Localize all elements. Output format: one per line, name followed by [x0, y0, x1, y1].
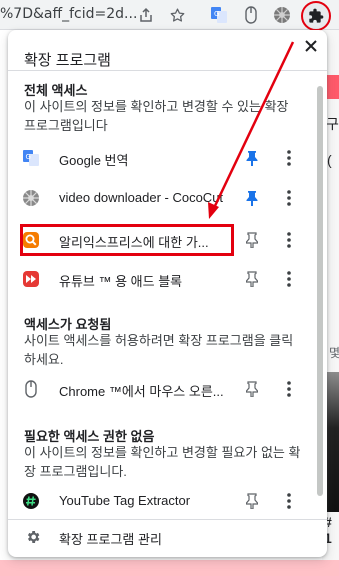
google-translate-toolbar-icon[interactable]: G — [208, 4, 230, 26]
extension-row-youtube-tag-extractor[interactable]: YouTube Tag Extractor — [8, 483, 313, 519]
extension-row-google-translate[interactable]: G Google 번역 — [8, 140, 313, 176]
tag-extractor-icon — [22, 492, 40, 510]
pin-icon[interactable] — [243, 270, 261, 288]
more-options-icon[interactable] — [280, 187, 298, 209]
background-text: 구 — [326, 116, 339, 132]
annotation-highlight-box — [20, 224, 234, 256]
background-footer — [0, 560, 339, 576]
browser-toolbar: %7D&aff_fcid=2d... G — [0, 0, 339, 31]
pin-icon[interactable] — [243, 380, 261, 398]
extension-name: 유튜브 ™ 용 애드 블록 — [59, 274, 183, 289]
more-options-icon[interactable] — [280, 268, 298, 290]
more-options-icon[interactable] — [280, 147, 298, 169]
divider — [8, 70, 327, 71]
puzzle-icon — [309, 8, 324, 23]
pin-icon[interactable] — [243, 492, 261, 510]
more-options-icon[interactable] — [280, 229, 298, 251]
pin-icon[interactable] — [243, 231, 261, 249]
pin-icon[interactable] — [243, 189, 261, 207]
mouse-icon — [22, 380, 40, 398]
section-description-no-access: 이 사이트의 정보를 확인하고 변경할 필요가 없는 확장 프로그램입니다. — [24, 445, 301, 479]
close-icon — [305, 40, 317, 52]
svg-text:G: G — [214, 10, 219, 18]
manage-extensions-button[interactable]: 확장 프로그램 관리 — [8, 520, 327, 554]
extension-row-youtube-adblock[interactable]: 유튜브 ™ 용 애드 블록 — [8, 261, 313, 297]
section-description-requested-access: 사이트 액세스를 허용하려면 확장 프로그램을 클릭하세요. — [24, 333, 294, 367]
share-icon[interactable] — [135, 4, 157, 26]
youtube-adblock-icon — [22, 270, 40, 288]
extensions-popup: 확장 프로그램 전체 액세스 이 사이트의 정보를 확인하고 변경할 수 있는 … — [8, 30, 327, 557]
extension-name: YouTube Tag Extractor — [59, 493, 191, 508]
gear-icon — [24, 528, 42, 546]
svg-text:G: G — [26, 153, 31, 161]
background-text: ( — [327, 152, 332, 168]
more-options-icon[interactable] — [280, 490, 298, 512]
popup-title: 확장 프로그램 — [24, 52, 111, 69]
cococut-icon — [22, 189, 40, 207]
extension-row-mouse-gesture[interactable]: Chrome ™에서 마우스 오른... — [8, 371, 313, 407]
mouse-toolbar-icon[interactable] — [240, 4, 262, 26]
scrollbar-thumb[interactable] — [317, 86, 323, 496]
extension-name: video downloader - CocoCut — [59, 190, 224, 205]
extension-name: Chrome ™에서 마우스 오른... — [59, 384, 224, 399]
section-description-full-access: 이 사이트의 정보를 확인하고 변경할 수 있는 확장 프로그램입니다 — [24, 99, 289, 133]
background-text: 몇 — [329, 346, 339, 360]
pin-icon[interactable] — [243, 149, 261, 167]
manage-extensions-label: 확장 프로그램 관리 — [59, 532, 162, 547]
google-translate-icon: G — [22, 149, 40, 167]
address-bar-text[interactable]: %7D&aff_fcid=2d... — [0, 6, 137, 22]
extensions-button[interactable] — [301, 1, 331, 31]
close-button[interactable] — [301, 36, 321, 56]
star-icon[interactable] — [166, 4, 188, 26]
more-options-icon[interactable] — [280, 378, 298, 400]
extension-name: Google 번역 — [59, 153, 129, 168]
cococut-toolbar-icon[interactable] — [271, 4, 293, 26]
extension-row-cococut[interactable]: video downloader - CocoCut — [8, 180, 313, 216]
